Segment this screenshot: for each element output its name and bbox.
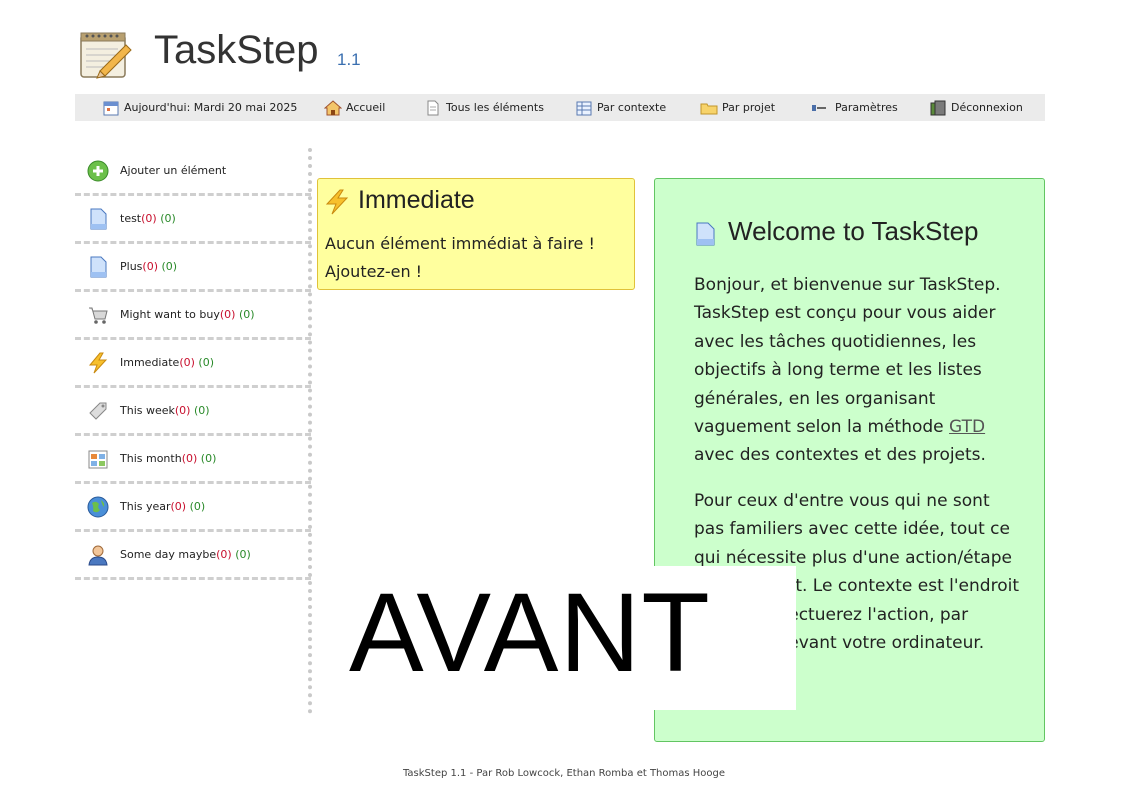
tag-icon [89, 402, 107, 420]
sidebar-item-might-want-to-buy[interactable]: Might want to buy(0) (0) [75, 292, 311, 340]
logout-icon [930, 100, 946, 115]
sidebar-item-some-day-maybe[interactable]: Some day maybe(0) (0) [75, 532, 311, 580]
done-count: (0) [160, 212, 176, 225]
sidebar-item-test[interactable]: test(0) (0) [75, 196, 311, 244]
nav-settings-label: Paramètres [835, 101, 898, 114]
sidebar-item-this-month[interactable]: This month(0) (0) [75, 436, 311, 484]
done-count: (0) [193, 404, 210, 417]
globe-icon [87, 496, 109, 517]
calendar-icon [103, 101, 119, 115]
cart-icon [89, 307, 108, 324]
gtd-link[interactable]: GTD [949, 417, 985, 437]
sidebar-item-this-year[interactable]: This year(0) (0) [75, 484, 311, 532]
sidebar-item-label: Some day maybe [120, 548, 217, 561]
done-count: (0) [200, 452, 217, 465]
nav-all-items[interactable]: Tous les éléments [424, 98, 544, 117]
person-icon [88, 545, 108, 565]
done-count: (0) [161, 260, 178, 273]
open-count: (0) [170, 500, 187, 513]
done-count: (0) [238, 308, 255, 321]
done-count: (0) [235, 548, 251, 561]
sidebar-item-label: This week [120, 404, 175, 417]
immediate-message: Aucun élément immédiat à faire ! Ajoutez… [325, 234, 595, 281]
nav-home[interactable]: Accueil [324, 98, 385, 117]
sidebar-item-plus[interactable]: Plus(0) (0) [75, 244, 311, 292]
nav-logout[interactable]: Déconnexion [929, 98, 1023, 117]
settings-icon [812, 104, 826, 111]
sidebar-item-label: Immediate [120, 356, 180, 369]
nav-by-context[interactable]: Par contexte [575, 98, 666, 117]
notepad-pencil-icon [80, 32, 132, 79]
immediate-title: Immediate [358, 186, 475, 214]
nav-settings[interactable]: Paramètres [810, 98, 898, 117]
sidebar-item-label: This month [120, 452, 182, 465]
sidebar-item-label: Plus [120, 260, 143, 273]
sidebar-item-label: Might want to buy [120, 308, 220, 321]
overlay-label: AVANT [349, 570, 711, 695]
document-icon [90, 208, 107, 229]
app-title: TaskStep [154, 28, 319, 72]
sidebar-item-this-week[interactable]: This week(0) (0) [75, 388, 311, 436]
welcome-text-a: Bonjour, et bienvenue sur TaskStep. Task… [694, 275, 1001, 438]
immediate-panel: Immediate Aucun élément immédiat à faire… [317, 178, 635, 290]
app-version: 1.1 [337, 50, 361, 69]
sidebar-add-item[interactable]: Ajouter un élément [75, 148, 311, 196]
welcome-text-b: avec des contextes et des projets. [694, 445, 986, 466]
footer: TaskStep 1.1 - Par Rob Lowcock, Ethan Ro… [402, 768, 726, 779]
sidebar-item-label: test [120, 212, 142, 225]
open-count: (0) [216, 548, 232, 561]
open-count: (0) [141, 212, 157, 225]
document-icon [90, 256, 107, 277]
nav-bar: Aujourd'hui: Mardi 20 mai 2025 Accueil T… [75, 94, 1045, 121]
nav-home-label: Accueil [346, 101, 386, 114]
add-icon [87, 160, 109, 181]
page-icon [427, 100, 439, 115]
welcome-paragraph-1: Bonjour, et bienvenue sur TaskStep. Task… [694, 271, 1024, 470]
home-icon [324, 99, 342, 115]
welcome-title: Welcome to TaskStep [728, 216, 979, 246]
calendar-icon [88, 450, 108, 468]
nav-by-context-label: Par contexte [597, 101, 667, 114]
open-count: (0) [142, 260, 158, 273]
nav-by-project[interactable]: Par projet [700, 98, 775, 117]
folder-icon [700, 103, 718, 114]
nav-today[interactable]: Aujourd'hui: Mardi 20 mai 2025 [102, 98, 297, 117]
nav-all-items-label: Tous les éléments [446, 101, 544, 114]
open-count: (0) [179, 356, 195, 369]
open-count: (0) [181, 452, 198, 465]
open-count: (0) [219, 308, 236, 321]
nav-logout-label: Déconnexion [951, 101, 1023, 114]
page: TaskStep 1.1 Aujourd'hui: Mardi 20 mai 2… [0, 0, 1128, 791]
nav-by-project-label: Par projet [722, 101, 776, 114]
document-icon [696, 222, 715, 246]
lightning-icon [88, 352, 108, 373]
nav-today-label: Aujourd'hui: Mardi 20 mai 2025 [124, 101, 298, 114]
lightning-icon [325, 189, 349, 215]
done-count: (0) [198, 356, 214, 369]
sidebar-item-label: This year [120, 500, 171, 513]
table-icon [576, 101, 592, 115]
done-count: (0) [189, 500, 206, 513]
open-count: (0) [174, 404, 191, 417]
sidebar-add-item-label: Ajouter un élément [120, 164, 227, 177]
sidebar-item-immediate[interactable]: Immediate(0) (0) [75, 340, 311, 388]
